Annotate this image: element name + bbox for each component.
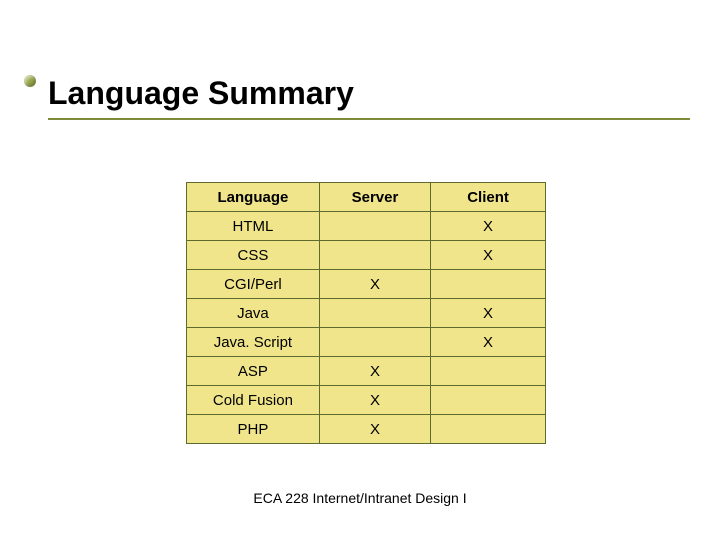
- title-underline: [48, 118, 690, 120]
- slide-footer: ECA 228 Internet/Intranet Design I: [0, 490, 720, 506]
- cell-server: [319, 241, 430, 270]
- cell-client: [431, 386, 546, 415]
- cell-client: X: [431, 212, 546, 241]
- cell-server: [319, 212, 430, 241]
- cell-language: HTML: [187, 212, 320, 241]
- col-header-language: Language: [187, 183, 320, 212]
- table-row: CGI/Perl X: [187, 270, 546, 299]
- col-header-client: Client: [431, 183, 546, 212]
- cell-language: Java: [187, 299, 320, 328]
- cell-client: [431, 357, 546, 386]
- cell-client: X: [431, 299, 546, 328]
- cell-client: [431, 415, 546, 444]
- table-row: CSS X: [187, 241, 546, 270]
- table-row: Java. Script X: [187, 328, 546, 357]
- cell-language: CGI/Perl: [187, 270, 320, 299]
- slide-title: Language Summary: [48, 75, 690, 118]
- cell-language: ASP: [187, 357, 320, 386]
- cell-server: X: [319, 270, 430, 299]
- cell-server: [319, 328, 430, 357]
- cell-server: X: [319, 357, 430, 386]
- table-row: ASP X: [187, 357, 546, 386]
- slide-title-area: Language Summary: [48, 75, 690, 120]
- cell-server: X: [319, 386, 430, 415]
- table-row: Cold Fusion X: [187, 386, 546, 415]
- table-row: Java X: [187, 299, 546, 328]
- table-header-row: Language Server Client: [187, 183, 546, 212]
- cell-server: [319, 299, 430, 328]
- cell-client: X: [431, 241, 546, 270]
- cell-language: CSS: [187, 241, 320, 270]
- col-header-server: Server: [319, 183, 430, 212]
- cell-language: PHP: [187, 415, 320, 444]
- cell-language: Java. Script: [187, 328, 320, 357]
- language-table: Language Server Client HTML X CSS X CGI/…: [186, 182, 546, 444]
- bullet-icon: [24, 75, 36, 87]
- cell-client: [431, 270, 546, 299]
- cell-client: X: [431, 328, 546, 357]
- cell-server: X: [319, 415, 430, 444]
- table-row: PHP X: [187, 415, 546, 444]
- table-row: HTML X: [187, 212, 546, 241]
- cell-language: Cold Fusion: [187, 386, 320, 415]
